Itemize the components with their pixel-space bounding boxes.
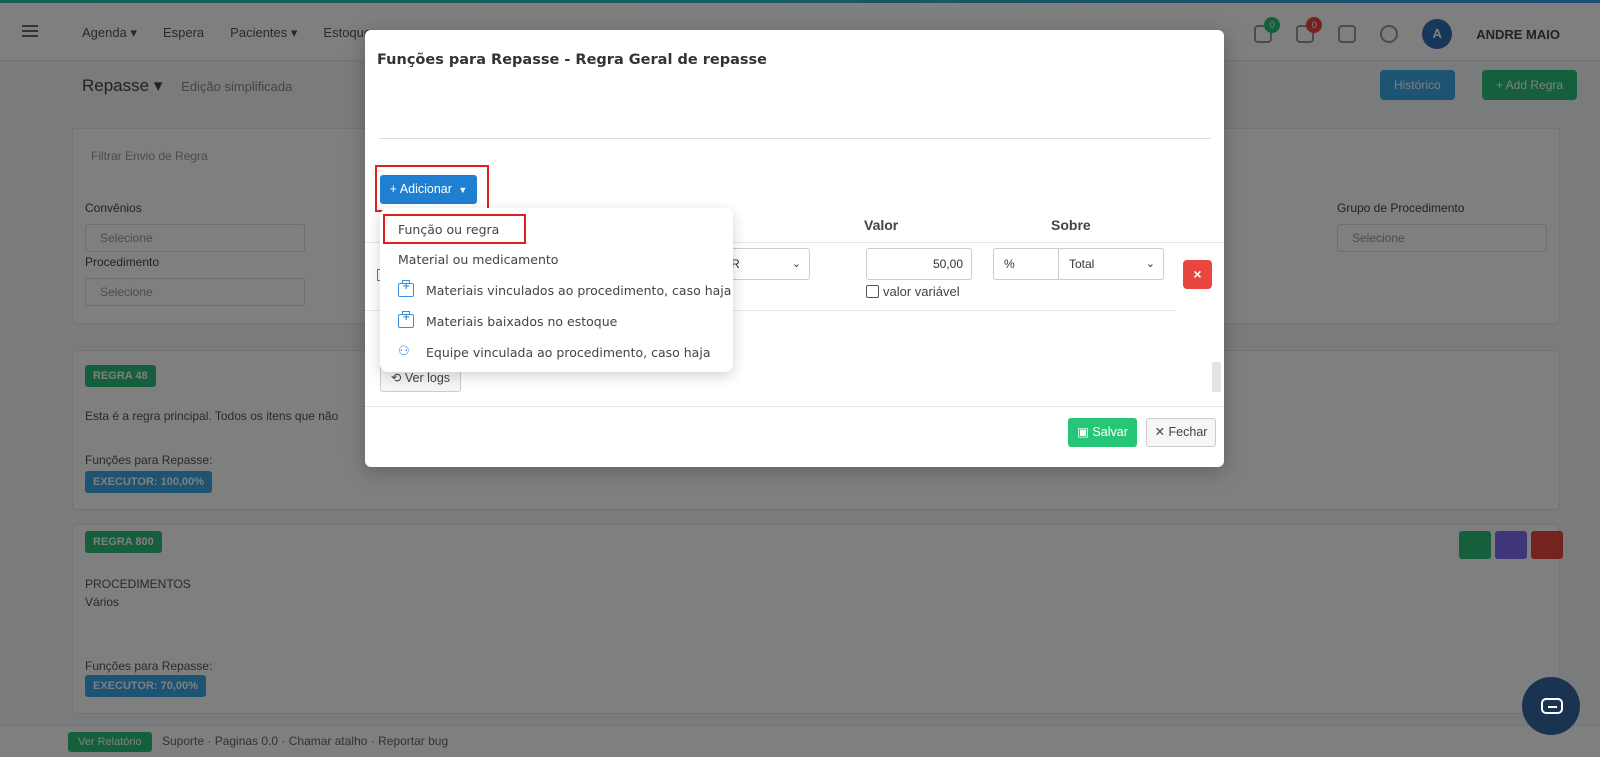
add-button[interactable]: + Adicionar ▼ [380,175,477,204]
save-icon: ▣ [1077,425,1089,439]
menu-item-materiais-baixados[interactable]: Materiais baixados no estoque [380,306,733,336]
view-logs-label: Ver logs [404,371,451,385]
history-icon: ⟲ [390,371,402,385]
menu-item-materiais-vinculados[interactable]: Materiais vinculados ao procedimento, ca… [380,275,733,305]
close-label: Fechar [1168,425,1208,439]
chevron-down-icon: ⌄ [791,258,801,270]
column-header-sobre: Sobre [1051,217,1091,233]
variable-value-checkbox[interactable] [866,285,879,298]
footer-divider [365,406,1224,407]
base-select[interactable]: Total ⌄ [1058,248,1164,280]
medical-bag-icon [398,311,414,328]
chevron-down-icon: ⌄ [1145,258,1155,270]
close-icon: × [1193,266,1202,282]
chat-icon [1541,698,1563,714]
menu-item-label: Equipe vinculada ao procedimento, caso h… [426,344,711,360]
variable-value-label: valor variável [883,284,960,299]
add-button-label: Adicionar [399,182,452,196]
plus-icon: + [389,182,397,196]
menu-item-label: Materiais vinculados ao procedimento, ca… [426,282,732,298]
menu-item-material-medicamento[interactable]: Material ou medicamento [380,244,733,274]
variable-value-option[interactable]: valor variável [866,284,960,299]
team-icon: ⚇ [398,344,410,359]
modal-title: Funções para Repasse - Regra Geral de re… [377,52,767,68]
menu-item-label: Materiais baixados no estoque [426,313,618,329]
menu-item-equipe-vinculada[interactable]: ⚇ Equipe vinculada ao procedimento, caso… [380,337,733,367]
scrollbar[interactable] [1212,362,1221,392]
menu-item-label: Função ou regra [398,221,500,237]
medical-bag-icon [398,280,414,297]
value-input[interactable]: 50,00 [866,248,972,280]
unit-field[interactable]: % [993,248,1059,280]
menu-item-funcao-regra[interactable]: Função ou regra [380,214,733,244]
divider [379,138,1211,139]
close-icon: ✕ [1154,425,1166,439]
functions-modal: Funções para Repasse - Regra Geral de re… [365,30,1224,467]
delete-row-button[interactable]: × [1183,260,1212,289]
save-label: Salvar [1092,425,1128,439]
chevron-down-icon: ▼ [458,185,468,195]
chat-button[interactable] [1522,677,1580,735]
base-select-value: Total [1069,257,1095,271]
save-button[interactable]: ▣ Salvar [1068,418,1137,447]
menu-item-label: Material ou medicamento [398,251,559,267]
close-button[interactable]: ✕ Fechar [1146,418,1216,447]
column-header-valor: Valor [864,217,899,233]
add-dropdown-menu: Função ou regra Material ou medicamento … [380,208,733,372]
